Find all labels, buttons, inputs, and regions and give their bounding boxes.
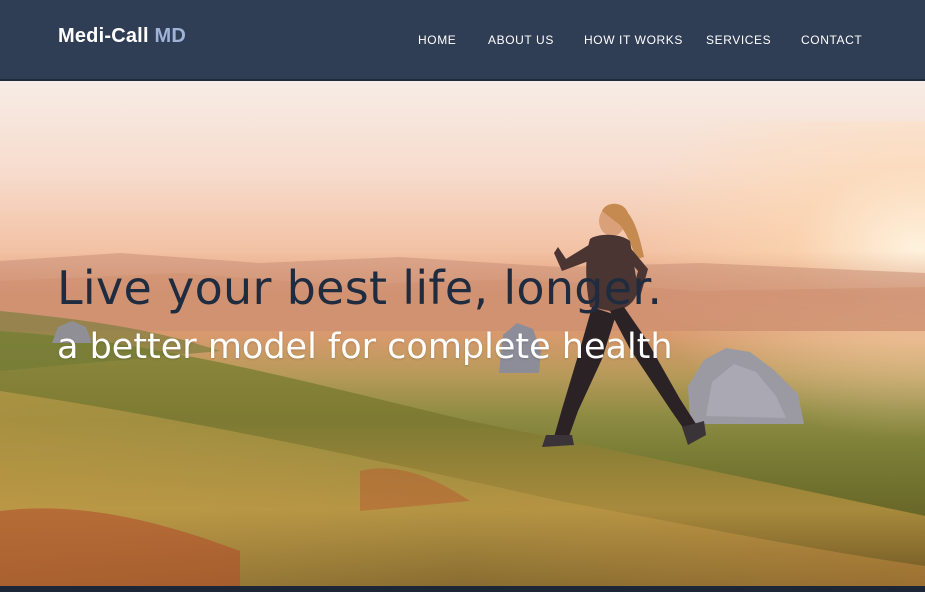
nav-home[interactable]: HOME — [418, 33, 456, 47]
hero-subheadline: a better model for complete health — [57, 327, 673, 367]
hero-headline: Live your best life, longer. — [57, 261, 663, 315]
main-nav: HOME ABOUT US HOW IT WORKS SERVICES CONT… — [0, 33, 925, 49]
hero-section: Live your best life, longer. a better mo… — [0, 81, 925, 586]
site-header: Medi-Call MD HOME ABOUT US HOW IT WORKS … — [0, 0, 925, 81]
nav-services[interactable]: SERVICES — [706, 33, 771, 47]
bottom-strip — [0, 586, 925, 592]
nav-contact[interactable]: CONTACT — [801, 33, 862, 47]
page: Medi-Call MD HOME ABOUT US HOW IT WORKS … — [0, 0, 925, 592]
nav-how-it-works[interactable]: HOW IT WORKS — [584, 33, 683, 47]
nav-about-us[interactable]: ABOUT US — [488, 33, 554, 47]
